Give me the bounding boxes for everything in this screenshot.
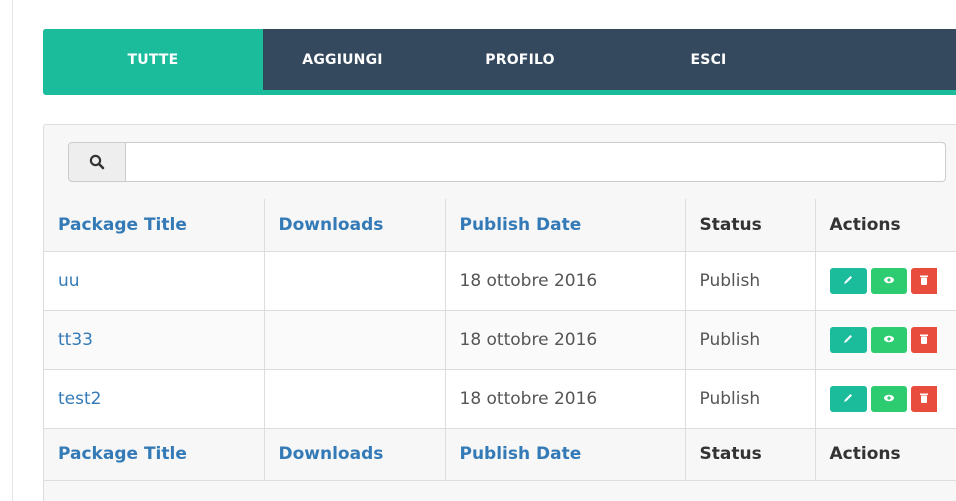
publish-date-cell: 18 ottobre 2016 (444, 368, 686, 429)
view-button[interactable] (870, 326, 907, 353)
table-footer-row: Package Title Downloads Publish Date Sta… (44, 427, 956, 481)
eye-icon (883, 330, 895, 350)
status-cell: Publish (684, 250, 816, 311)
downloads-cell (263, 309, 446, 370)
delete-button[interactable] (910, 385, 937, 412)
eye-icon (883, 389, 895, 409)
package-title-link[interactable]: test2 (44, 368, 265, 429)
tab-profilo[interactable]: PROFILO (422, 29, 618, 90)
column-header-package-title[interactable]: Package Title (44, 199, 265, 252)
tab-tutte[interactable]: TUTTE (43, 29, 263, 90)
table-row: uu 18 ottobre 2016 Publish (44, 250, 956, 311)
table-row: tt33 18 ottobre 2016 Publish (44, 309, 956, 370)
footer-header-package-title[interactable]: Package Title (44, 427, 265, 481)
page-left-border (12, 0, 13, 501)
search-icon[interactable] (68, 142, 126, 182)
footer-header-downloads[interactable]: Downloads (263, 427, 446, 481)
view-button[interactable] (870, 267, 907, 294)
tab-aggiungi[interactable]: AGGIUNGI (263, 29, 422, 90)
search-input[interactable] (126, 142, 946, 182)
table-header-row: Package Title Downloads Publish Date Sta… (44, 199, 956, 252)
eye-icon (883, 271, 895, 291)
tab-esci[interactable]: ESCI (618, 29, 799, 90)
actions-cell (814, 250, 956, 311)
footer-header-actions: Actions (814, 427, 956, 481)
table-row: test2 18 ottobre 2016 Publish (44, 368, 956, 429)
search-bar (68, 142, 946, 182)
packages-panel: Package Title Downloads Publish Date Sta… (43, 124, 956, 501)
edit-button[interactable] (829, 385, 867, 412)
packages-table: Package Title Downloads Publish Date Sta… (44, 199, 956, 481)
trash-icon (919, 271, 929, 291)
edit-button[interactable] (829, 326, 867, 353)
publish-date-cell: 18 ottobre 2016 (444, 309, 686, 370)
package-title-link[interactable]: tt33 (44, 309, 265, 370)
actions-cell (814, 309, 956, 370)
column-header-status: Status (684, 199, 816, 252)
trash-icon (919, 330, 929, 350)
package-title-link[interactable]: uu (44, 250, 265, 311)
trash-icon (919, 389, 929, 409)
main-nav: TUTTE AGGIUNGI PROFILO ESCI (43, 29, 956, 95)
delete-button[interactable] (910, 326, 937, 353)
actions-cell (814, 368, 956, 429)
edit-button[interactable] (829, 267, 867, 294)
column-header-downloads[interactable]: Downloads (263, 199, 446, 252)
footer-header-publish-date[interactable]: Publish Date (444, 427, 686, 481)
status-cell: Publish (684, 368, 816, 429)
downloads-cell (263, 368, 446, 429)
publish-date-cell: 18 ottobre 2016 (444, 250, 686, 311)
pencil-icon (842, 330, 854, 350)
pencil-icon (842, 271, 854, 291)
delete-button[interactable] (910, 267, 937, 294)
downloads-cell (263, 250, 446, 311)
column-header-publish-date[interactable]: Publish Date (444, 199, 686, 252)
column-header-actions: Actions (814, 199, 956, 252)
view-button[interactable] (870, 385, 907, 412)
pencil-icon (842, 389, 854, 409)
footer-header-status: Status (684, 427, 816, 481)
status-cell: Publish (684, 309, 816, 370)
